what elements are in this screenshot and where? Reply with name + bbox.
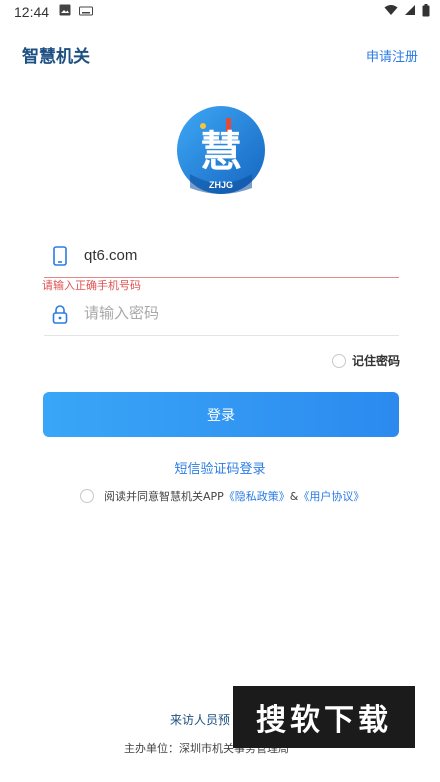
phone-icon bbox=[50, 245, 70, 267]
agreement-prefix: 阅读并同意智慧机关APP bbox=[104, 490, 224, 503]
status-bar: 12:44 bbox=[0, 0, 440, 24]
agreement-radio[interactable] bbox=[80, 489, 94, 503]
register-link[interactable]: 申请注册 bbox=[366, 46, 418, 65]
signal-icon bbox=[404, 4, 416, 20]
user-agreement-link[interactable]: 《用户协议》 bbox=[298, 488, 364, 504]
lock-icon bbox=[50, 303, 70, 325]
remember-radio[interactable] bbox=[331, 353, 346, 368]
watermark: 搜软下载 bbox=[233, 686, 415, 748]
app-logo: 慧 ZHJG bbox=[176, 104, 266, 196]
agreement-row: 阅读并同意智慧机关APP 《隐私政策》 & 《用户协议》 bbox=[80, 488, 364, 504]
app-header: 智慧机关 申请注册 bbox=[0, 40, 440, 70]
agreement-and: & bbox=[289, 489, 299, 503]
status-right bbox=[384, 3, 430, 21]
password-field bbox=[44, 292, 399, 336]
login-button[interactable]: 登录 bbox=[43, 392, 399, 437]
phone-field bbox=[44, 234, 399, 278]
status-time: 12:44 bbox=[14, 4, 50, 20]
privacy-policy-link[interactable]: 《隐私政策》 bbox=[224, 488, 290, 504]
wifi-icon bbox=[384, 4, 398, 20]
keyboard-notification-icon bbox=[79, 5, 94, 20]
remember-label: 记住密码 bbox=[351, 354, 400, 368]
app-title: 智慧机关 bbox=[22, 47, 90, 67]
battery-icon bbox=[422, 3, 430, 21]
phone-error-text: 请输入正确手机号码 bbox=[42, 279, 141, 292]
sms-login-link[interactable]: 短信验证码登录 bbox=[0, 458, 440, 477]
image-notification-icon bbox=[59, 4, 71, 20]
password-input[interactable] bbox=[84, 305, 364, 322]
visitor-link[interactable]: 来访人员预 bbox=[170, 711, 230, 728]
phone-input[interactable] bbox=[84, 247, 364, 264]
logo-caption: ZHJG bbox=[209, 180, 233, 190]
remember-password-toggle[interactable]: 记住密码 bbox=[331, 352, 400, 369]
logo-character: 慧 bbox=[200, 127, 242, 176]
